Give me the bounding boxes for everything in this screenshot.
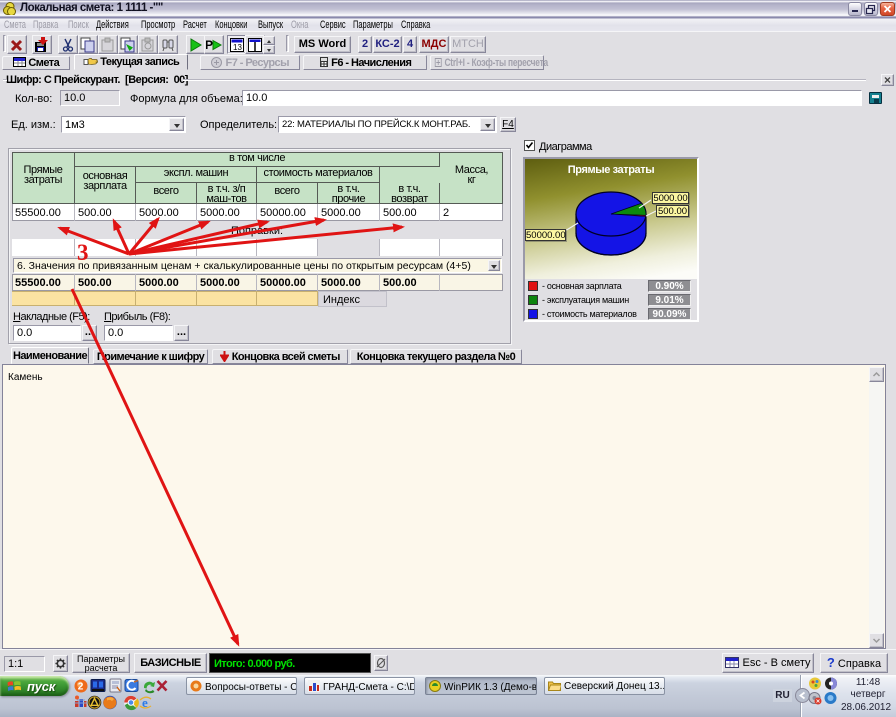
svg-text:P: P [206, 38, 213, 52]
svg-text:Прямые затраты: Прямые затраты [568, 164, 654, 176]
svg-text:13: 13 [233, 43, 242, 52]
svg-text:2: 2 [78, 682, 84, 693]
